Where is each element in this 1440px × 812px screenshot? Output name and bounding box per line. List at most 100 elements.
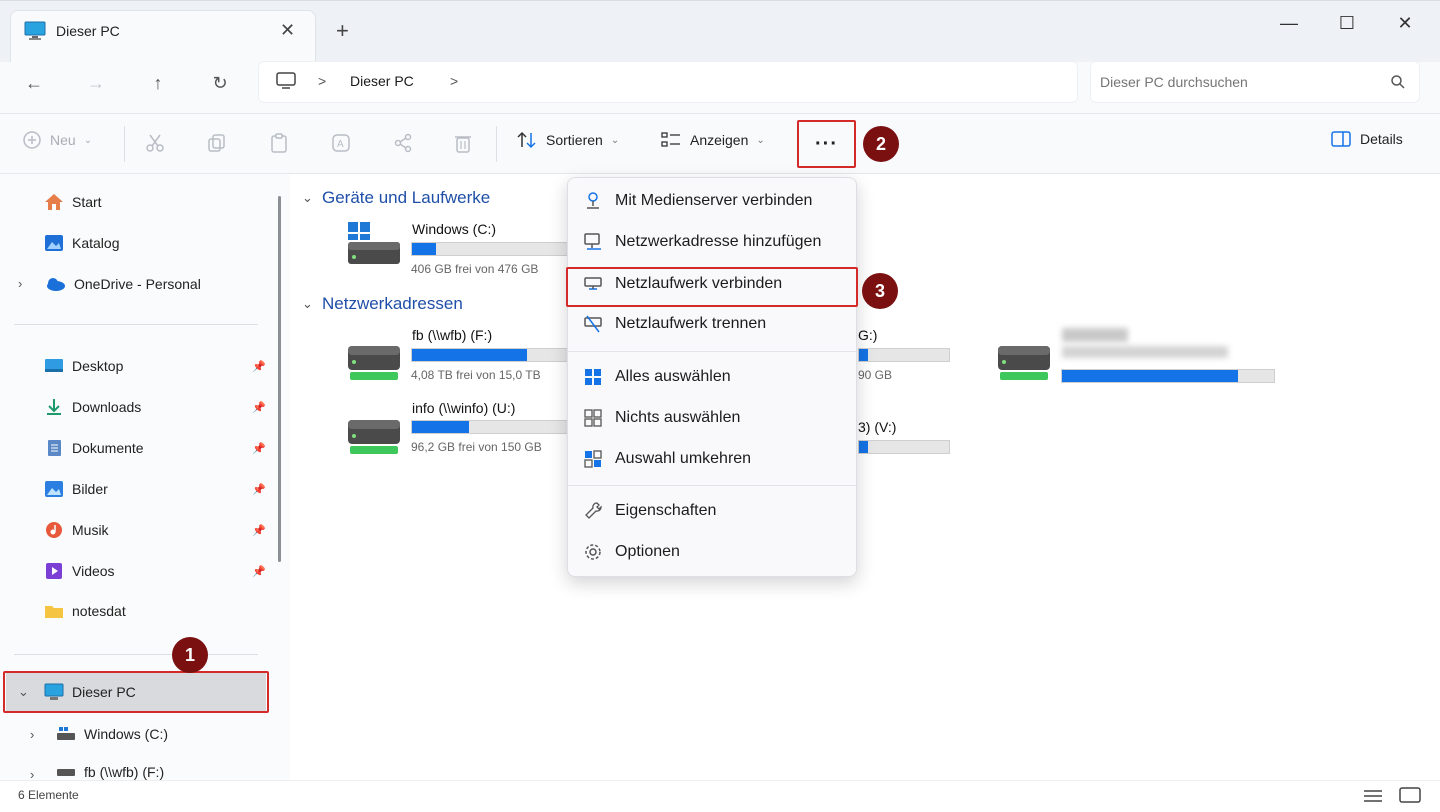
sidebar-item-musik[interactable]: Musik [44,519,109,541]
paste-icon[interactable] [268,132,292,156]
back-button[interactable]: ← [14,68,54,98]
menu-item-select-none[interactable]: Nichts auswählen [583,404,740,432]
pin-icon[interactable]: 📌 [252,483,266,496]
gallery-icon [45,235,63,251]
details-button[interactable]: Details [1330,130,1403,148]
chevron-down-icon[interactable]: ⌄ [302,296,313,312]
menu-item-map-network-drive[interactable]: Netzlaufwerk verbinden [583,270,782,298]
sidebar-scrollbar[interactable] [278,196,281,562]
minimize-button[interactable]: — [1266,8,1312,38]
drive-usage-fill [859,441,868,453]
svg-text:A: A [337,139,344,150]
search-input[interactable] [1100,70,1370,94]
pin-icon[interactable]: 📌 [252,401,266,414]
breadcrumb-dieser-pc[interactable]: Dieser PC [350,73,414,89]
sidebar-item-notesdat[interactable]: notesdat [44,600,126,622]
computer-icon [276,72,296,90]
drive-name[interactable]: Windows (C:) [412,221,496,237]
details-view-icon[interactable] [1362,788,1384,804]
pin-icon[interactable]: 📌 [252,524,266,537]
chevron-down-icon[interactable]: ⌄ [302,190,313,206]
drive-name[interactable]: info (\\winfo) (U:) [412,400,515,416]
plus-circle-icon [23,131,41,149]
cut-icon[interactable] [144,132,168,156]
delete-icon[interactable] [452,132,476,156]
refresh-button[interactable]: ↻ [200,68,240,98]
sidebar-item-bilder[interactable]: Bilder [44,478,108,500]
breadcrumb-chevron[interactable]: > [450,73,458,89]
drive-free-space: 4,08 TB frei von 15,0 TB [411,368,541,382]
drive-usage-bar [411,348,571,362]
tiles-view-icon[interactable] [1398,786,1422,804]
tab-close-icon[interactable]: ✕ [280,20,295,41]
group-header-network[interactable]: Netzwerkadressen [322,294,463,314]
select-none-icon [584,409,602,427]
copy-icon[interactable] [206,132,230,156]
sidebar-item-windows-c[interactable]: Windows (C:) [56,723,168,745]
monitor-icon [44,683,64,700]
sidebar-item-videos[interactable]: Videos [44,560,115,582]
menu-item-properties[interactable]: Eigenschaften [583,497,716,525]
sort-button[interactable]: Sortieren ⌄ [516,130,619,150]
details-label: Details [1360,131,1403,147]
chevron-down-icon[interactable]: ⌄ [18,684,29,700]
share-icon[interactable] [392,132,416,156]
step-badge-3: 3 [862,273,898,309]
home-icon [45,194,63,210]
rename-icon[interactable]: A [330,132,354,156]
drive-free-space: 96,2 GB frei von 150 GB [411,440,542,454]
drive-name-partial[interactable]: 3) (V:) [858,419,896,435]
forward-button[interactable]: → [76,68,116,98]
drive-usage-fill [412,243,436,255]
drive-name[interactable]: fb (\\wfb) (F:) [412,327,492,343]
sidebar-item-onedrive[interactable]: OneDrive - Personal [44,273,201,295]
chevron-down-icon: ⌄ [83,134,93,146]
menu-divider [568,351,856,352]
toolbar-divider [496,126,497,162]
menu-item-invert-selection[interactable]: Auswahl umkehren [583,445,751,473]
network-drive-icon [57,769,75,776]
more-options-button[interactable]: ··· [800,123,853,165]
chevron-right-icon[interactable]: › [18,276,22,291]
sidebar-item-fb-f[interactable]: fb (\\wfb) (F:) [56,764,164,780]
cloud-icon [47,278,65,291]
sidebar-divider [14,324,258,325]
drive-free-space-partial: 90 GB [858,368,893,382]
chevron-down-icon: ⌄ [610,134,620,146]
sidebar-item-start[interactable]: Start [44,191,102,213]
menu-item-select-all[interactable]: Alles auswählen [583,363,731,391]
chevron-down-icon: ⌄ [756,134,765,146]
network-drive-icon [996,340,1052,384]
maximize-button[interactable]: ☐ [1324,8,1370,38]
pin-icon[interactable]: 📌 [252,360,266,373]
redacted-drive-path [1062,346,1228,358]
menu-item-disconnect-network-drive[interactable]: Netzlaufwerk trennen [583,310,766,338]
drive-usage-bar [1061,369,1275,383]
sidebar-item-katalog[interactable]: Katalog [44,232,119,254]
sidebar-item-dokumente[interactable]: Dokumente [44,437,144,459]
menu-item-options[interactable]: Optionen [583,538,680,566]
drive-usage-bar [411,242,571,256]
group-header-devices[interactable]: Geräte und Laufwerke [322,188,490,208]
view-button[interactable]: Anzeigen ⌄ [660,130,765,150]
close-button[interactable]: ✕ [1382,8,1428,38]
step-badge-2: 2 [863,126,899,162]
pin-icon[interactable]: 📌 [252,442,266,455]
tab-title: Dieser PC [56,23,120,39]
view-icon [661,132,680,147]
drive-icon [57,727,75,740]
drive-usage-fill [859,349,868,361]
drive-name-partial[interactable]: G:) [858,327,877,343]
menu-item-media-server[interactable]: Mit Medienserver verbinden [583,187,812,215]
sidebar-item-desktop[interactable]: Desktop [44,355,123,377]
up-button[interactable]: ↑ [138,68,178,98]
new-button[interactable]: Neu ⌄ [22,130,92,150]
pin-icon[interactable]: 📌 [252,565,266,578]
chevron-right-icon[interactable]: › [30,727,34,742]
sidebar-item-downloads[interactable]: Downloads [44,396,141,418]
network-location-icon [584,233,601,250]
new-tab-button[interactable]: + [336,18,349,44]
select-all-icon [585,369,601,385]
menu-item-add-network-location[interactable]: Netzwerkadresse hinzufügen [583,228,821,256]
sidebar-item-dieser-pc[interactable]: Dieser PC [44,681,136,703]
